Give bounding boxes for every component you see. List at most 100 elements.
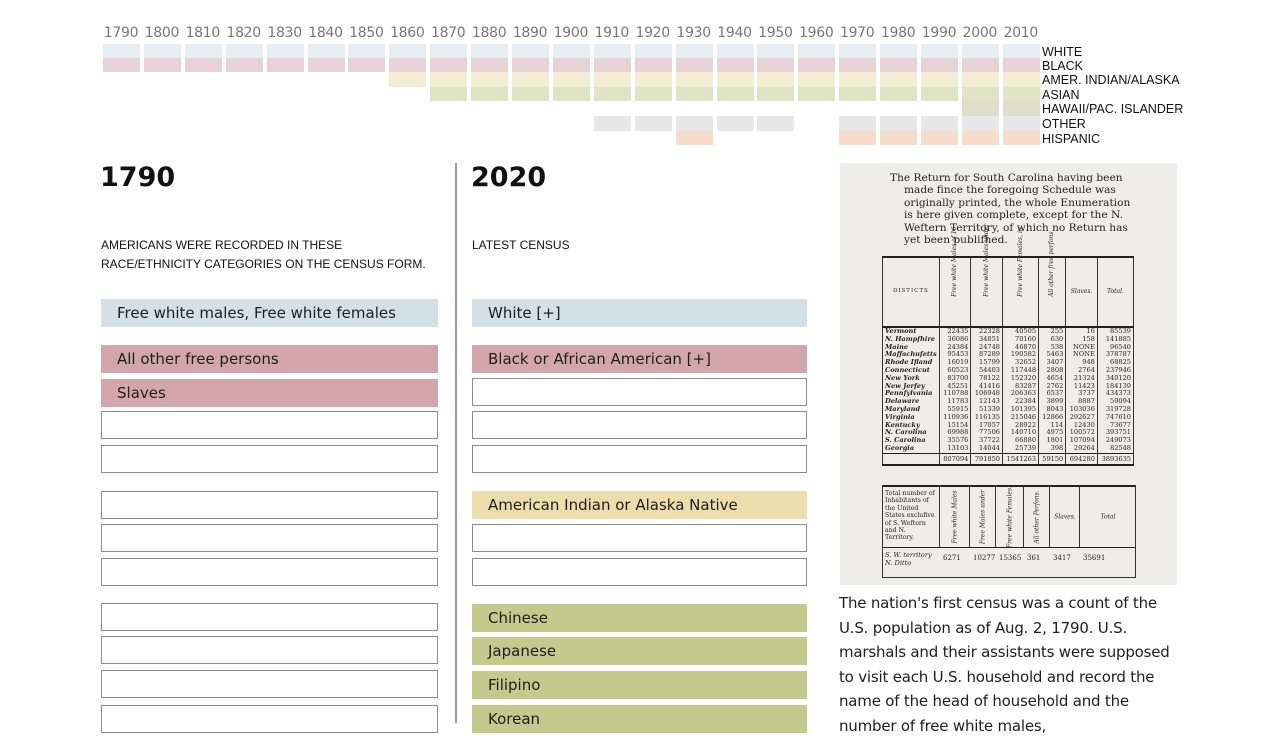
- timeline-cell-asian-1930: [675, 87, 713, 101]
- timeline-cell-amer_indian-1990: [921, 72, 958, 87]
- timeline-year-1790: 1790: [103, 25, 139, 41]
- document-territory-table: Total number of Inhabitants of the Unite…: [882, 485, 1136, 578]
- timeline-cell-white-1810: [184, 44, 222, 58]
- timeline-year-1920: 1920: [635, 25, 670, 41]
- right-category-american-indian-or-alaska-native[interactable]: American Indian or Alaska Native: [472, 491, 807, 519]
- timeline-cell-black-2010: [1002, 58, 1040, 72]
- timeline-cell-amer_indian-1890: [512, 72, 549, 87]
- document-table-row: Georgia 13103 14044 25739 398 29264 82548: [882, 444, 1135, 454]
- timeline-year-1860: 1860: [390, 25, 425, 41]
- timeline-cell-black-1820: [225, 58, 263, 72]
- timeline-cell-amer_indian-1980: [880, 72, 918, 87]
- territory-value-cell: 361: [1027, 554, 1041, 562]
- document-note-first-line: The Return for South Carolina having: [890, 172, 1094, 184]
- timeline-cell-amer_indian-1870: [430, 72, 468, 87]
- timeline-cell-black-1950: [757, 58, 795, 72]
- timeline-cell-black-1900: [552, 58, 590, 72]
- document-header-cell: All other free perfons: [1038, 232, 1067, 328]
- document-total-cell: 1541263: [1001, 452, 1040, 466]
- timeline-year-1900: 1900: [553, 25, 589, 41]
- document-table-cell: 25739: [1001, 444, 1040, 454]
- timeline-cell-black-1990: [921, 58, 958, 72]
- territory-header-cell: Free Males under: [969, 487, 996, 547]
- document-header-cell: DISTICTS: [882, 256, 940, 328]
- left-empty-slot: [101, 603, 438, 631]
- timeline-cell-white-1880: [471, 44, 509, 58]
- right-empty-slot: [472, 411, 807, 439]
- territory-header-cell: Free white Females.: [995, 486, 1024, 548]
- right-category-filipino[interactable]: Filipino: [472, 671, 807, 699]
- timeline-year-1840: 1840: [308, 25, 343, 41]
- right-column-year: 2020: [471, 162, 547, 193]
- timeline-year-1870: 1870: [430, 25, 466, 41]
- timeline-cell-hispanic-2010: [1002, 131, 1040, 145]
- timeline-row-label-white: WHITE: [1042, 45, 1083, 59]
- timeline-cell-white-1910: [593, 44, 631, 58]
- right-category-black-or-african-american[interactable]: Black or African American [+]: [472, 345, 807, 373]
- timeline-year-1960: 1960: [799, 25, 834, 41]
- document-note-text: The Return for South Carolina having bee…: [890, 172, 1140, 246]
- timeline-cell-black-1910: [593, 58, 631, 72]
- territory-header-cell: Slaves.: [1049, 487, 1080, 547]
- timeline-row-label-amer_indian: AMER. INDIAN/ALASKA: [1042, 73, 1180, 87]
- timeline-cell-black-1940: [716, 58, 754, 72]
- timeline-year-1830: 1830: [267, 25, 302, 41]
- document-total-cell: 807094: [938, 452, 972, 466]
- timeline-cell-black-1860: [389, 58, 427, 72]
- timeline-cell-black-1810: [184, 58, 222, 72]
- timeline-year-1850: 1850: [349, 25, 384, 41]
- timeline-cell-amer_indian-2000: [961, 72, 999, 87]
- left-empty-slot: [101, 491, 438, 519]
- document-total-cell: 694280: [1065, 452, 1098, 466]
- timeline-cell-white-1970: [839, 44, 877, 58]
- timeline-row-label-hawaii: HAWAII/PAC. ISLANDER: [1042, 102, 1184, 116]
- left-empty-slot: [101, 524, 438, 552]
- document-table-cell: 14044: [970, 444, 1003, 454]
- timeline-cell-asian-1940: [716, 87, 754, 101]
- timeline-cell-black-1850: [348, 58, 386, 72]
- territory-header-cell: Total: [1079, 487, 1136, 547]
- timeline-cell-white-1800: [143, 44, 181, 58]
- territory-value-cell: 10277: [973, 554, 996, 562]
- timeline-cell-white-2010: [1002, 44, 1040, 58]
- timeline-cell-white-1940: [716, 44, 754, 58]
- document-total-cell: 3893635: [1096, 452, 1135, 466]
- timeline-cell-black-1840: [307, 58, 345, 72]
- territory-row-label: N. Ditto: [885, 559, 912, 567]
- right-category-korean[interactable]: Korean: [472, 705, 807, 733]
- timeline-cell-amer_indian-1930: [675, 72, 713, 87]
- timeline-cell-black-1800: [143, 58, 181, 72]
- timeline-cell-asian-1990: [921, 87, 958, 101]
- document-table-row: Pennfylvania 110788 106948 206363 6537 3737 43…: [882, 390, 1135, 399]
- timeline-year-1990: 1990: [921, 25, 957, 41]
- timeline-cell-asian-1970: [839, 87, 877, 101]
- document-header-cell: Free white Males under: [970, 224, 1003, 328]
- right-category-chinese[interactable]: Chinese: [472, 604, 807, 632]
- left-category-slaves[interactable]: Slaves: [101, 379, 438, 407]
- census-description-paragraph: The nation's first census was a count of…: [839, 594, 1170, 735]
- timeline-cell-white-1950: [757, 44, 795, 58]
- left-empty-slot: [101, 411, 438, 439]
- left-category-all-other-free-persons[interactable]: All other free persons: [101, 345, 438, 373]
- document-header-cell: Free white Females, in: [1001, 227, 1040, 328]
- left-category-free-white-males-free-white-females[interactable]: Free white males, Free white females: [101, 299, 438, 327]
- timeline-year-1930: 1930: [676, 25, 711, 41]
- timeline-cell-other-1950: [757, 116, 795, 131]
- timeline-cell-amer_indian-1970: [839, 72, 877, 87]
- document-header-cell: Total.: [1096, 256, 1135, 328]
- timeline-cell-other-1920: [634, 116, 672, 131]
- right-empty-slot: [472, 378, 807, 406]
- timeline-cell-hispanic-1930: [675, 131, 713, 145]
- timeline-year-1820: 1820: [226, 25, 261, 41]
- territory-value-cell: 3417: [1053, 554, 1071, 562]
- right-category-white[interactable]: White [+]: [472, 299, 807, 327]
- timeline-cell-other-1990: [921, 116, 958, 131]
- timeline-cell-other-1910: [593, 116, 631, 131]
- document-table-cell: 13103: [938, 444, 972, 454]
- timeline-cell-hispanic-1980: [880, 131, 918, 145]
- left-empty-slot: [101, 705, 438, 733]
- timeline-cell-amer_indian-1900: [552, 72, 590, 87]
- right-category-japanese[interactable]: Japanese: [472, 637, 807, 665]
- territory-value-cell: 6271: [943, 554, 961, 562]
- document-table: DISTICTS Free white Males of 16 Free white…: [882, 224, 1135, 466]
